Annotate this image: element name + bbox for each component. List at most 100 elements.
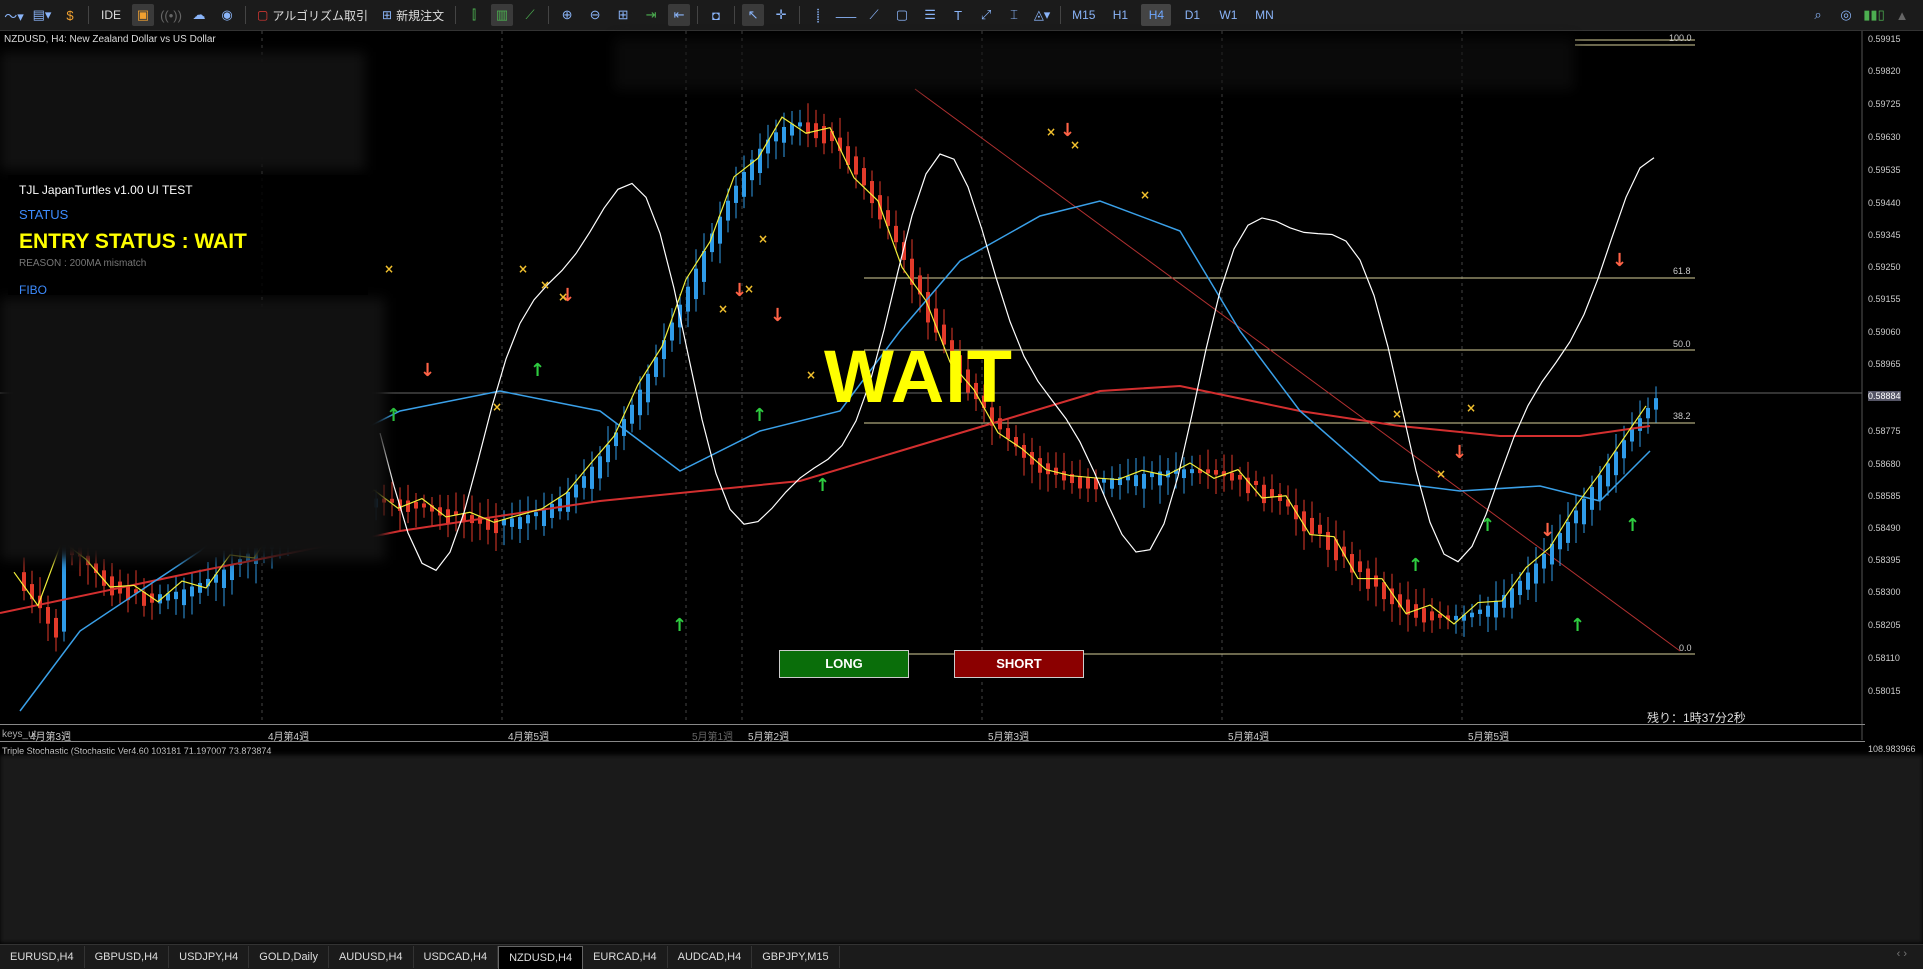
candle-body [742,171,746,197]
account-icon[interactable]: ◎ [1835,4,1857,26]
signal-cross-icon: × [1140,188,1150,202]
signal-strength-icon[interactable]: ▮▮▯ [1863,4,1885,26]
candle-body [798,122,802,127]
candle-body [1622,440,1626,459]
candle-body [638,389,642,416]
candle-body [662,340,666,360]
candle-body [1374,575,1378,587]
timeframe-d1[interactable]: D1 [1177,4,1207,26]
crosshair-icon[interactable]: ✛ [770,4,792,26]
new-order-button[interactable]: ⊞ 新規注文 [378,4,448,26]
candle-body [542,508,546,527]
signal-cross-icon: × [492,400,502,414]
fib-trendline [914,88,1681,652]
signal-cross-icon: × [758,232,768,246]
current-price-tag: 0.58884 [1868,391,1901,401]
chart-shift-icon[interactable]: ⇤ [668,4,691,26]
candle-body [1630,429,1634,442]
templates-icon[interactable]: ▤▾ [31,4,53,26]
zoom-out-icon[interactable]: ⊖ [584,4,606,26]
grid-icon[interactable]: ⊞ [612,4,634,26]
time-tick: 4月第3週 [30,732,72,743]
tab-eurcad[interactable]: EURCAD,H4 [583,946,668,968]
text-label-icon[interactable]: ⌶ [1003,4,1025,26]
timeframe-h1[interactable]: H1 [1105,4,1135,26]
time-tick: 4月第5週 [508,732,550,743]
timeframe-w1[interactable]: W1 [1213,4,1243,26]
candle-body [1486,605,1490,617]
tab-gold[interactable]: GOLD,Daily [249,946,329,968]
indicator-subwindow [0,755,1923,943]
signal-cross-icon: × [1466,401,1476,415]
candle-body [686,286,690,312]
candle-body [646,373,650,403]
buy-arrow-icon: ↑ [672,615,687,636]
candle-body [1134,475,1138,487]
price-tick: 0.58680 [1868,459,1901,469]
tab-gbpjpy[interactable]: GBPJPY,M15 [752,946,840,968]
price-tick: 0.58015 [1868,686,1901,696]
candle-body [1142,473,1146,489]
tab-audcad[interactable]: AUDCAD,H4 [668,946,753,968]
new-order-label: 新規注文 [396,8,445,23]
bag-icon[interactable]: ▣ [132,4,154,26]
signal-cross-icon: × [806,368,816,382]
horizontal-line-icon[interactable]: ⸺ [835,4,857,26]
tab-nzdusd[interactable]: NZDUSD,H4 [498,945,584,969]
cursor-icon[interactable]: ↖ [742,4,765,26]
search-icon[interactable]: ⌕ [1807,4,1829,26]
candle-body [1566,521,1570,543]
zoom-in-icon[interactable]: ⊕ [556,4,578,26]
separator [455,6,457,24]
line-icon[interactable]: ⟋ [519,4,541,26]
candle-body [1278,493,1282,502]
gann-icon[interactable]: ⤢ [975,4,997,26]
candle-body [422,503,426,508]
candle-body [1046,463,1050,475]
timeframe-h4[interactable]: H4 [1141,4,1172,26]
dollar-icon[interactable]: $ [59,4,81,26]
algo-trading-button[interactable]: ▢ アルゴリズム取引 [253,4,372,26]
signal-cross-icon: × [1046,125,1056,139]
signal-icon[interactable]: ((•)) [160,4,182,26]
short-button[interactable]: SHORT [954,650,1084,678]
separator [1060,6,1062,24]
separator [88,6,89,24]
candle-body [1326,531,1330,550]
candle-body [1534,563,1538,584]
ide-button[interactable]: IDE [96,4,126,26]
timeframe-mn[interactable]: MN [1249,4,1279,26]
separator [697,6,699,24]
rectangle-icon[interactable]: ▢ [891,4,913,26]
trendline-icon[interactable]: ⟋ [863,4,885,26]
vertical-line-icon[interactable]: ⸽ [807,4,829,26]
tab-gbpusd[interactable]: GBPUSD,H4 [85,946,170,968]
bar-chart-icon[interactable]: ⫿ [463,4,485,26]
tab-usdcad[interactable]: USDCAD,H4 [414,946,499,968]
shapes-icon[interactable]: ◬▾ [1031,4,1053,26]
tab-eurusd[interactable]: EURUSD,H4 [0,946,85,968]
vps-icon[interactable]: ◉ [216,4,238,26]
channel-icon[interactable]: ☰ [919,4,941,26]
screenshot-icon[interactable]: ◘ [705,4,727,26]
time-tick: 4月第4週 [268,732,310,743]
price-tick: 0.59915 [1868,34,1901,44]
line-chart-icon[interactable]: 〜▾ [3,4,25,26]
autoscroll-icon[interactable]: ⇥ [640,4,662,26]
long-button[interactable]: LONG [779,650,909,678]
tab-usdjpy[interactable]: USDJPY,H4 [169,946,250,968]
price-tick: 0.59440 [1868,198,1901,208]
candle-body [862,168,866,186]
candle-body [694,268,698,300]
text-icon[interactable]: T [947,4,969,26]
cloud-icon[interactable]: ☁ [188,4,210,26]
candle-body [222,569,226,588]
candle-body [558,498,562,512]
level-icon[interactable]: ▲ [1891,4,1913,26]
timeframe-m15[interactable]: M15 [1068,4,1099,26]
candle-body [1510,588,1514,608]
signal-cross-icon: × [1392,407,1402,421]
tab-scroll-arrows[interactable]: ‹ › [1897,948,1907,960]
tab-audusd[interactable]: AUDUSD,H4 [329,946,414,968]
candlestick-icon[interactable]: ▥ [491,4,514,26]
